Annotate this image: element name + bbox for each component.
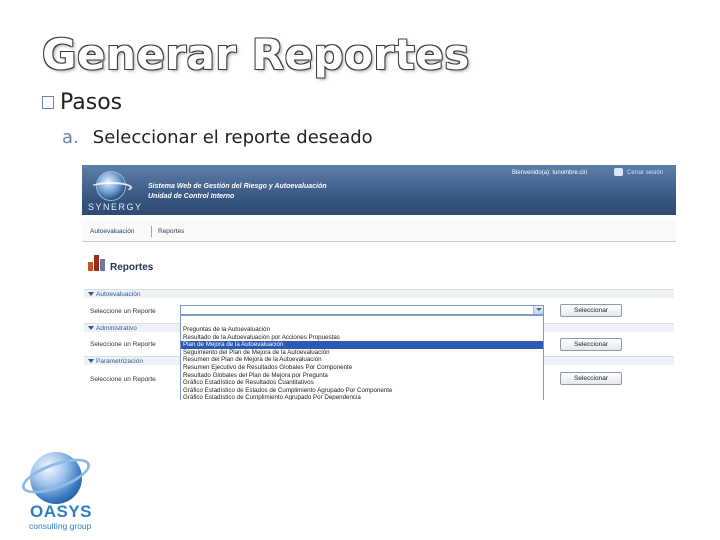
chevron-down-icon[interactable] [533, 306, 543, 314]
synergy-swoosh-icon [90, 182, 132, 193]
app-screenshot: SYNERGY Sistema Web de Gestión del Riesg… [82, 165, 676, 400]
select-button-autoevaluacion[interactable]: Seleccionar [560, 304, 622, 317]
report-select[interactable] [180, 305, 544, 315]
report-dropdown-list[interactable]: Preguntas de la Autoevaluación Resultado … [180, 315, 544, 400]
checkbox-bullet-icon [42, 96, 54, 109]
dropdown-option[interactable]: Resultado Globales del Plan de Mejora po… [181, 372, 543, 380]
section-autoevaluacion[interactable]: Autoevaluación [84, 289, 674, 298]
page-heading: Reportes [110, 262, 154, 273]
section-label: Autoevaluación [96, 291, 141, 298]
dropdown-option[interactable]: Resultado de la Autoevaluación por Accio… [181, 334, 543, 342]
report-chart-icon [88, 255, 106, 271]
logout-link[interactable]: Cerrar sesión [627, 170, 663, 176]
app-name-line1: Sistema Web de Gestión del Riesgo y Auto… [148, 183, 327, 190]
welcome-text: Bienvenido(a): tunombre.ciri [512, 170, 588, 176]
brand-name: OASYS [30, 502, 93, 521]
dropdown-option[interactable]: Preguntas de la Autoevaluación [181, 326, 543, 334]
sub-step-text: Seleccionar el reporte deseado [92, 127, 373, 148]
dropdown-option[interactable]: Gráfico Estadístico de Resultados Cuanti… [181, 379, 543, 387]
logout-icon[interactable] [614, 168, 623, 176]
menu-bar: Autoevaluación Reportes [82, 220, 676, 242]
collapse-arrow-icon[interactable] [88, 326, 94, 330]
synergy-logo-text: SYNERGY [88, 202, 143, 212]
select-report-label: Seleccione un Reporte [90, 376, 156, 383]
app-name: Sistema Web de Gestión del Riesgo y Auto… [148, 182, 327, 202]
app-name-line2: Unidad de Control Interno [148, 193, 235, 200]
brand-tagline: consulting group [29, 521, 92, 531]
app-header: SYNERGY Sistema Web de Gestión del Riesg… [82, 165, 676, 215]
bullet-item: Pasos [42, 90, 122, 115]
collapse-arrow-icon[interactable] [88, 359, 94, 363]
slide-title: Generar Reportes [42, 30, 470, 79]
bullet-text: Pasos [60, 90, 123, 115]
collapse-arrow-icon[interactable] [88, 292, 94, 296]
select-button-parametrizacion[interactable]: Seleccionar [560, 372, 622, 385]
menu-item-autoevaluacion[interactable]: Autoevaluación [90, 228, 134, 235]
dropdown-option[interactable]: Gráfico Estadístico de Cumplimiento Agru… [181, 394, 543, 400]
select-report-label: Seleccione un Reporte [90, 341, 156, 348]
dropdown-option[interactable]: Seguimiento del Plan de Mejora de la Aut… [181, 349, 543, 357]
sub-step: a. Seleccionar el reporte deseado [62, 127, 373, 148]
section-label: Administrativo [96, 325, 137, 332]
sub-step-letter: a. [62, 127, 79, 148]
dropdown-option[interactable]: Plan de Mejora de la Autoevaluación [181, 341, 543, 349]
dropdown-option[interactable]: Gráfico Estadístico de Estados de Cumpli… [181, 387, 543, 395]
dropdown-option[interactable]: Resumen Ejecutivo de Resultados Globales… [181, 364, 543, 372]
menu-item-reportes[interactable]: Reportes [158, 228, 184, 235]
menu-separator [151, 226, 152, 237]
section-label: Parametrización [96, 358, 143, 365]
select-button-administrativo[interactable]: Seleccionar [560, 338, 622, 351]
select-report-label: Seleccione un Reporte [90, 308, 156, 315]
dropdown-option[interactable]: Resumen del Plan de Mejora de la Autoeva… [181, 356, 543, 364]
